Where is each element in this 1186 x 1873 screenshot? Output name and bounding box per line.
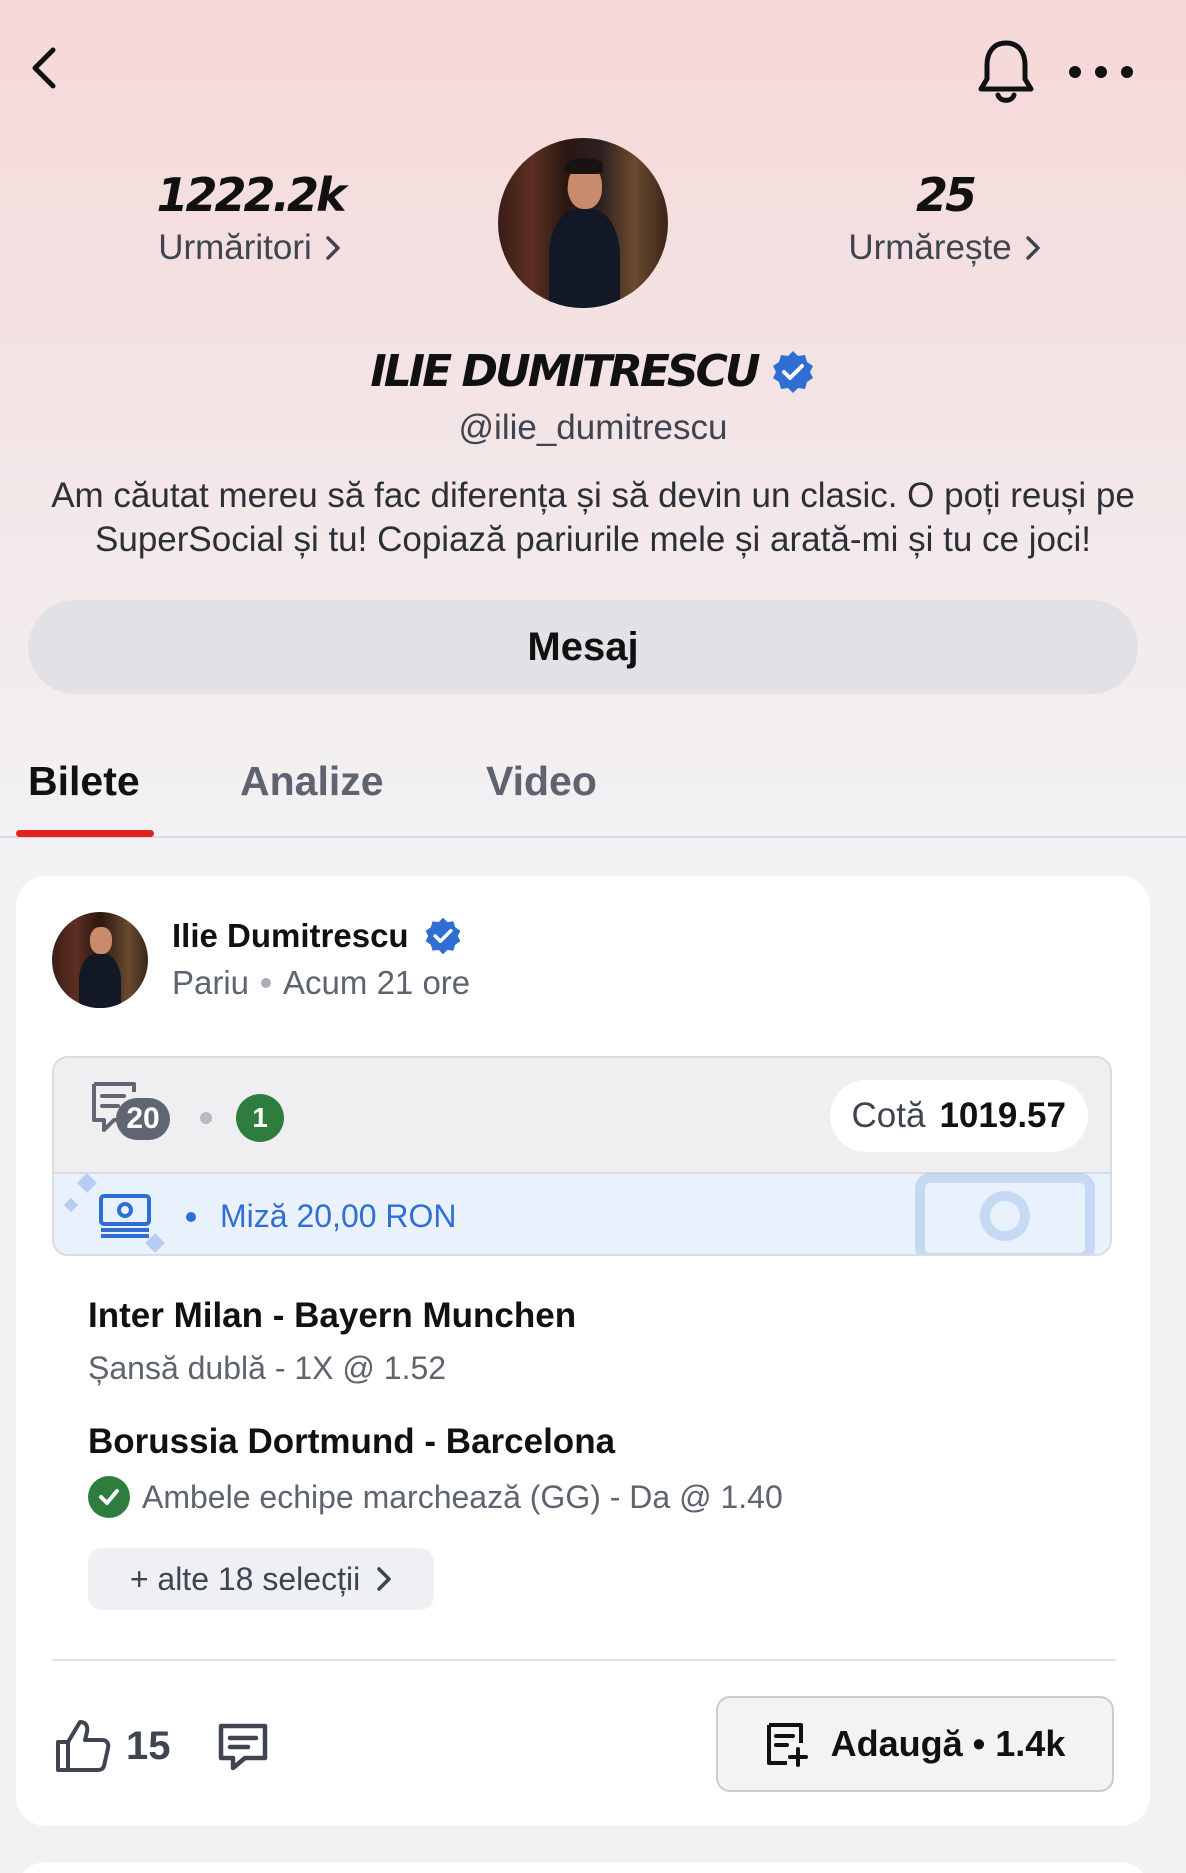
verified-icon xyxy=(772,350,813,393)
profile-avatar[interactable] xyxy=(498,138,668,308)
comment-icon[interactable] xyxy=(215,1718,271,1774)
back-icon xyxy=(32,47,56,89)
stake-row: Miză 20,00 RON xyxy=(54,1173,1110,1254)
profile-tabs: Bilete Analize Video xyxy=(0,750,1186,838)
tab-analize[interactable]: Analize xyxy=(240,758,384,805)
odds-value: 1019.57 xyxy=(939,1096,1066,1135)
profile-handle: @ilie_dumitrescu xyxy=(458,408,728,447)
chevron-right-icon xyxy=(1025,236,1040,260)
match-pick: Ambele echipe marchează (GG) - Da @ 1.40 xyxy=(142,1478,783,1515)
thumbs-up-icon[interactable] xyxy=(52,1716,112,1776)
odds-label: Cotă xyxy=(851,1096,926,1135)
match-title: Inter Milan - Bayern Munchen xyxy=(88,1296,577,1335)
odds-pill: Cotă 1019.57 xyxy=(829,1080,1088,1152)
separator-dot xyxy=(261,978,272,988)
followers-stat[interactable]: 1222.2k Urmăritori xyxy=(130,168,370,268)
match-title: Borussia Dortmund - Barcelona xyxy=(88,1422,616,1461)
more-selections-label: + alte 18 selecții xyxy=(129,1560,361,1597)
verified-icon xyxy=(425,917,460,955)
add-ticket-button[interactable]: Adaugă • 1.4k xyxy=(716,1696,1114,1792)
following-label: Urmărește xyxy=(848,228,1012,267)
stake-amount: Miză 20,00 RON xyxy=(220,1198,457,1234)
notifications-button[interactable] xyxy=(970,34,1042,110)
list-item[interactable]: Inter Milan - Bayern Munchen Șansă dublă… xyxy=(88,1296,576,1387)
check-icon xyxy=(88,1476,130,1518)
profile-bio: Am căutat mereu să fac diferența și să d… xyxy=(51,476,1135,559)
add-ticket-icon xyxy=(766,1723,808,1767)
won-count-badge: 1 xyxy=(236,1094,284,1142)
profile-name-row: ILIE DUMITRESCU xyxy=(0,346,1186,397)
followers-label: Urmăritori xyxy=(158,228,312,267)
top-bar xyxy=(0,0,1186,140)
decor-diamond xyxy=(63,1197,79,1213)
followers-count: 1222.2k xyxy=(156,168,346,222)
divider xyxy=(52,1659,1116,1661)
money-icon xyxy=(99,1194,151,1238)
add-button-label: Adaugă • 1.4k xyxy=(830,1723,1066,1764)
money-icon xyxy=(915,1173,1095,1254)
match-pick: Șansă dublă - 1X @ 1.52 xyxy=(88,1350,447,1386)
next-post-card[interactable] xyxy=(16,1862,1150,1873)
post-author-name[interactable]: Ilie Dumitrescu xyxy=(172,917,409,955)
selections-count-badge: 20 xyxy=(116,1098,170,1140)
profile-name: ILIE DUMITRESCU xyxy=(370,346,760,397)
more-options-button[interactable] xyxy=(1064,46,1138,98)
tab-video[interactable]: Video xyxy=(486,758,597,805)
ticket-summary[interactable]: 20 1 Cotă 1019.57 Miză 20,00 RON xyxy=(52,1056,1112,1256)
separator-dot xyxy=(186,1212,196,1222)
decor-diamond xyxy=(77,1173,97,1193)
ticket-post-card[interactable]: Ilie Dumitrescu Pariu Acum 21 ore 20 1 C… xyxy=(16,876,1150,1826)
following-stat[interactable]: 25 Urmărește xyxy=(830,168,1060,268)
bell-icon xyxy=(978,40,1034,103)
post-type: Pariu xyxy=(172,964,250,1001)
post-meta: Pariu Acum 21 ore xyxy=(172,964,470,1002)
tab-bilete[interactable]: Bilete xyxy=(28,758,140,805)
active-tab-indicator xyxy=(16,830,154,837)
avatar[interactable] xyxy=(52,912,148,1008)
more-selections-button[interactable]: + alte 18 selecții xyxy=(88,1548,434,1610)
back-button[interactable] xyxy=(14,38,74,98)
post-actions: 15 xyxy=(52,1700,271,1792)
more-icon xyxy=(1069,66,1133,78)
message-button[interactable]: Mesaj xyxy=(28,600,1138,694)
separator-dot xyxy=(200,1112,212,1124)
like-count: 15 xyxy=(126,1723,171,1768)
list-item[interactable]: Borussia Dortmund - Barcelona Ambele ech… xyxy=(88,1422,783,1518)
chevron-right-icon xyxy=(377,1567,391,1591)
post-time: Acum 21 ore xyxy=(283,964,471,1001)
following-count: 25 xyxy=(915,168,977,222)
chevron-right-icon xyxy=(326,236,340,260)
